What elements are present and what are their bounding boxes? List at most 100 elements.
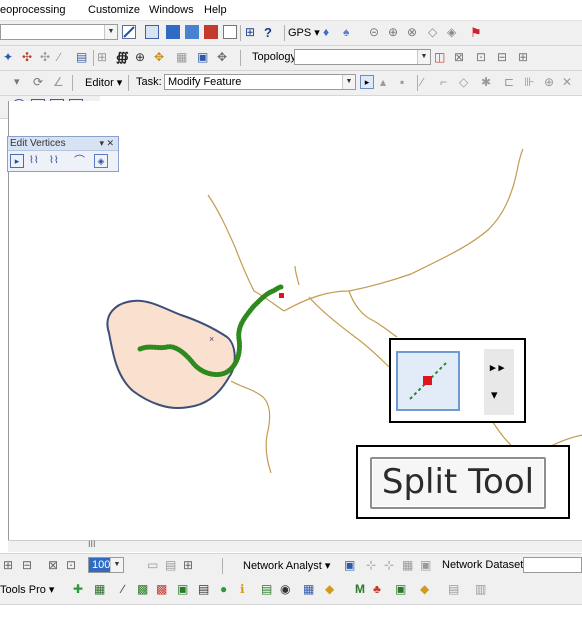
tool-icon[interactable]: ▤: [165, 558, 179, 572]
disabled-tool-icon[interactable]: ✕: [562, 75, 576, 89]
disabled-tool-icon[interactable]: ⊟: [497, 50, 511, 64]
catalog-icon[interactable]: [166, 25, 180, 39]
disabled-tool-icon[interactable]: ⌐: [440, 75, 454, 89]
tool-icon[interactable]: ℹ: [240, 582, 254, 596]
modify-sketch-icon[interactable]: ▸: [10, 154, 24, 168]
disabled-tool-icon[interactable]: ◈: [447, 25, 461, 39]
pin-icon[interactable]: ✦: [3, 50, 17, 64]
scroll-thumb-grip[interactable]: III: [88, 539, 96, 549]
disabled-tool-icon[interactable]: ⊗: [407, 25, 421, 39]
tool-icon[interactable]: ▤: [76, 50, 90, 64]
disabled-tool-icon[interactable]: ⊝: [369, 25, 383, 39]
zoom-combo[interactable]: 100% ▼: [88, 557, 124, 573]
network-dataset-combo[interactable]: [523, 557, 582, 573]
tracking-icon[interactable]: ♦: [323, 25, 337, 39]
close-icon[interactable]: ▾ ✕: [99, 137, 114, 150]
disabled-tool-icon[interactable]: ▣: [420, 558, 434, 572]
tool-icon[interactable]: ◆: [325, 582, 339, 596]
disabled-tool-icon[interactable]: ⊪: [524, 75, 538, 89]
disabled-tool-icon[interactable]: ⊕: [388, 25, 402, 39]
tools-pro-menu[interactable]: Tools Pro ▾: [0, 583, 54, 596]
disabled-tool-icon[interactable]: ⊹: [366, 558, 380, 572]
network-window-icon[interactable]: ▣: [344, 558, 358, 572]
menu-help[interactable]: Help: [204, 4, 227, 16]
disabled-tool-icon[interactable]: ⊡: [476, 50, 490, 64]
disabled-tool-icon[interactable]: ∠: [53, 75, 67, 89]
rotate-icon[interactable]: ⟳: [33, 75, 47, 89]
sketch-properties-icon[interactable]: ◈: [94, 154, 108, 168]
disabled-tool-icon[interactable]: ◇: [459, 75, 473, 89]
tool-icon[interactable]: ▦: [303, 582, 317, 596]
disabled-tool-icon[interactable]: ▴: [380, 75, 394, 89]
binoculars-icon[interactable]: ∰: [116, 50, 130, 64]
network-analyst-menu[interactable]: Network Analyst ▾: [243, 559, 330, 572]
disabled-tool-icon[interactable]: ▤: [448, 582, 462, 596]
menu-windows[interactable]: Windows: [149, 4, 194, 16]
tool-icon[interactable]: ▩: [137, 582, 151, 596]
disabled-tool-icon[interactable]: ⊹: [384, 558, 398, 572]
disabled-tool-icon[interactable]: ⊞: [97, 50, 111, 64]
delete-vertex-icon[interactable]: ⌇⌇: [49, 154, 65, 168]
disabled-tool-icon[interactable]: ⊕: [544, 75, 558, 89]
flag-icon[interactable]: ⚑: [470, 25, 484, 40]
tool-icon[interactable]: ⊠: [48, 558, 62, 572]
tool-icon[interactable]: ✥: [217, 50, 231, 64]
disabled-tool-icon[interactable]: ∕: [58, 50, 72, 64]
tool-icon[interactable]: ⊞: [3, 558, 17, 572]
tool-icon[interactable]: ▣: [197, 50, 211, 64]
tool-icon[interactable]: ▭: [147, 558, 161, 572]
topology-combo[interactable]: ▼: [294, 49, 431, 65]
disabled-tool-icon[interactable]: ⊏: [504, 75, 518, 89]
goto-xy-icon[interactable]: ✥: [154, 50, 168, 64]
tool-icon[interactable]: ⊞: [183, 558, 197, 572]
tool-icon[interactable]: ▣: [177, 582, 191, 596]
undo-icon[interactable]: ▾: [14, 75, 28, 89]
tool-icon[interactable]: ▤: [198, 582, 212, 596]
search-window-icon[interactable]: [185, 25, 199, 39]
menu-geoprocessing[interactable]: eoprocessing: [0, 4, 65, 16]
help-icon[interactable]: ?: [264, 25, 278, 40]
add-vertex-icon[interactable]: ⌇⌇: [29, 154, 45, 168]
tool-icon[interactable]: ⊡: [66, 558, 80, 572]
model-builder-icon[interactable]: ⊞: [245, 25, 259, 39]
tool-icon[interactable]: ●: [220, 582, 234, 596]
table-icon[interactable]: ▦: [94, 582, 108, 596]
topology-tool-icon[interactable]: ◫: [434, 50, 448, 64]
disabled-tool-icon[interactable]: ⊠: [454, 50, 468, 64]
tool-icon[interactable]: ∕: [122, 582, 136, 596]
disabled-tool-icon[interactable]: ✣: [40, 50, 54, 64]
gps-menu[interactable]: GPS ▾: [288, 26, 320, 39]
map-horizontal-scrollbar[interactable]: III: [8, 539, 582, 552]
editor-menu[interactable]: Editor ▾: [85, 76, 122, 89]
disabled-tool-icon[interactable]: ▦: [402, 558, 416, 572]
continue-feature-icon[interactable]: ⌒: [74, 154, 88, 168]
toolbar-options-handle[interactable]: ▸ ▸ ▾: [484, 349, 514, 415]
table-icon[interactable]: [145, 25, 159, 39]
disabled-tool-icon[interactable]: ▪: [400, 75, 414, 89]
editor-toolbar-icon[interactable]: [122, 25, 136, 39]
task-combo[interactable]: Modify Feature ▼: [164, 74, 356, 90]
disabled-tool-icon[interactable]: ✱: [481, 75, 495, 89]
scale-combo[interactable]: ▼: [0, 24, 118, 40]
split-tool-button[interactable]: [396, 351, 460, 411]
disabled-tool-icon[interactable]: ◇: [428, 25, 442, 39]
disabled-tool-icon[interactable]: ⊞: [518, 50, 532, 64]
disabled-tool-icon[interactable]: ▥: [475, 582, 489, 596]
tool-icon[interactable]: ▤: [261, 582, 275, 596]
tool-icon[interactable]: ♣: [373, 582, 387, 596]
add-data-icon[interactable]: ✚: [73, 582, 87, 596]
tool-icon[interactable]: ▣: [395, 582, 409, 596]
tool-icon[interactable]: ⊟: [22, 558, 36, 572]
tool-icon[interactable]: ◉: [280, 582, 294, 596]
edit-tool-icon[interactable]: ▸: [360, 75, 374, 89]
tool-icon[interactable]: ◆: [420, 582, 434, 596]
disabled-tool-icon[interactable]: ▦: [176, 50, 190, 64]
tool-icon[interactable]: ▩: [156, 582, 170, 596]
tool-icon[interactable]: ⊕: [135, 50, 149, 64]
python-window-icon[interactable]: [223, 25, 237, 39]
tracking-analyst-icon[interactable]: ♠: [343, 25, 357, 39]
tool-icon[interactable]: M: [355, 582, 369, 596]
xy-tool-icon[interactable]: ✣: [22, 50, 36, 64]
arctoolbox-icon[interactable]: [204, 25, 218, 39]
disabled-tool-icon[interactable]: ∕: [421, 75, 435, 89]
